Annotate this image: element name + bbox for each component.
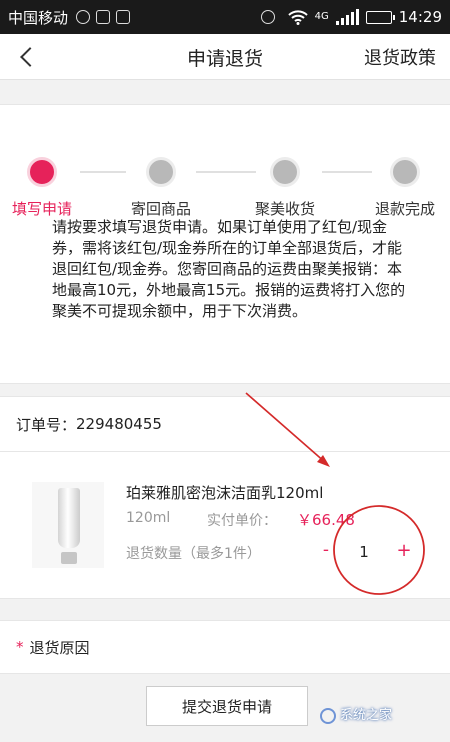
quantity-label: 退货数量（最多1件） [126, 546, 261, 562]
clock: 14:29 [398, 8, 442, 26]
step-dot [146, 157, 176, 187]
order-number: 229480455 [76, 415, 162, 433]
alarm-icon [260, 10, 275, 24]
quantity-value: 1 [359, 543, 369, 561]
image-icon [96, 10, 111, 24]
quantity-decrease-button[interactable]: - [318, 540, 334, 560]
signal-icon [335, 9, 359, 25]
product-price: ￥66.48 [297, 511, 355, 529]
step-received: 聚美收货 [235, 157, 335, 219]
step-fill-application: 填写申请 [0, 157, 92, 219]
step-label: 聚美收货 [254, 200, 315, 218]
nav-bar: 申请退货 退货政策 [0, 34, 450, 80]
return-reason-row[interactable]: * 退货原因 [0, 620, 450, 674]
reason-label: 退货原因 [29, 638, 90, 657]
submit-return-button[interactable]: 提交退货申请 [146, 686, 308, 726]
product-card: 珀莱雅肌密泡沫洁面乳120ml 120ml 实付单价： ￥66.48 退货数量（… [0, 452, 450, 599]
product-spec: 120ml [126, 510, 171, 526]
order-row: 订单号： 229480455 [0, 396, 450, 452]
return-policy-link[interactable]: 退货政策 [364, 44, 436, 70]
notification-icon [76, 10, 91, 24]
return-notice: 请按要求填写退货申请。如果订单使用了红包/现金券，需将该红包/现金券所在的订单全… [52, 218, 406, 320]
watermark: 系统之家 [320, 704, 392, 724]
step-label: 寄回商品 [130, 200, 191, 218]
watermark-text: 系统之家 [340, 708, 393, 723]
order-label: 订单号： [16, 415, 77, 434]
step-refund-complete: 退款完成 [355, 157, 450, 219]
step-dot [270, 157, 300, 187]
carrier-label: 中国移动 [8, 8, 69, 27]
product-image [32, 482, 104, 568]
quantity-increase-button[interactable]: + [396, 540, 412, 561]
product-name: 珀莱雅肌密泡沫洁面乳120ml [126, 484, 324, 502]
step-dot [27, 157, 57, 187]
step-label: 填写申请 [11, 200, 72, 218]
price-label: 实付单价： [207, 513, 277, 529]
wifi-icon [287, 10, 308, 25]
progress-panel: 填写申请 寄回商品 聚美收货 退款完成 请按要求填写退货申请。如果订单使用了红包… [0, 104, 450, 384]
required-mark: * [16, 638, 24, 656]
keyboard-icon [116, 10, 131, 24]
network-type: 4G [314, 11, 329, 22]
status-bar: 中国移动 4G 14:29 [0, 0, 450, 34]
battery-icon [365, 10, 395, 24]
watermark-logo-icon [320, 707, 336, 724]
step-label: 退款完成 [374, 200, 435, 218]
step-dot [390, 157, 420, 187]
step-ship-back: 寄回商品 [111, 157, 211, 219]
